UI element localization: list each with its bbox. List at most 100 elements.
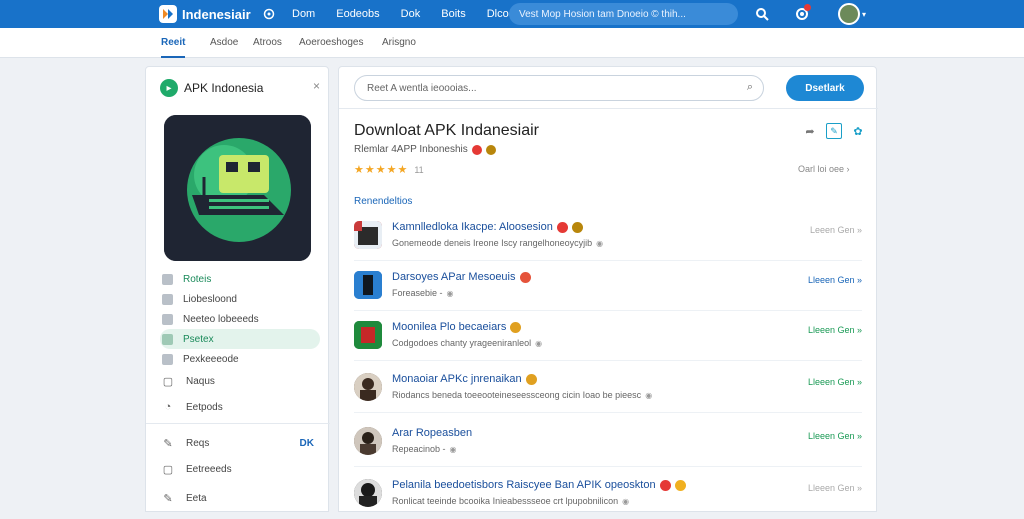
info-icon: ◉ <box>622 496 630 506</box>
notification-badge <box>804 4 811 11</box>
list-item[interactable]: Moonilea Plo becaeiars Codgodoes chanty … <box>354 317 862 361</box>
pen-icon: ✎ <box>163 493 173 505</box>
square-icon <box>162 313 173 325</box>
avatar <box>354 479 382 507</box>
sidebar-item[interactable]: Liobesloond <box>160 289 320 309</box>
list-item[interactable]: Arar Ropeasben Repeacinob - ◉ Lleeen Gen … <box>354 423 862 467</box>
sidebar-item[interactable]: Neeteo lobeeeds <box>160 309 320 329</box>
edit-icon[interactable]: ✎ <box>826 123 842 139</box>
top-search-input[interactable]: Vest Mop Hosion tam Dnoeio © thih... <box>509 3 738 25</box>
top-nav: Dom Eodeobs Dok Boits Dlcoeolo <box>292 0 530 28</box>
square-icon <box>162 353 173 365</box>
list-item[interactable]: Pelanila beedoetisbors Raiscyee Ban APIK… <box>354 475 862 519</box>
list-item[interactable]: Kamnlledloka Ikacpe: Aloosesion Gonemeod… <box>354 217 862 261</box>
tab-home[interactable]: Reeit <box>161 28 186 58</box>
list-item-title[interactable]: Moonilea Plo becaeiars <box>392 321 522 333</box>
tab-accessories[interactable]: Aoeroeshoges <box>299 28 364 58</box>
list-item[interactable]: Monaoiar APKc jnrenaikan Riodancs beneda… <box>354 369 862 413</box>
title-text: Monaoiar APKc jnrenaikan <box>392 373 522 385</box>
sidebar-link[interactable]: ◔ Eetpods <box>162 401 322 413</box>
emoji-icon <box>556 221 568 233</box>
sidebar-item-active[interactable]: Psetex <box>160 329 320 349</box>
download-button[interactable]: Dsetlark <box>786 75 864 101</box>
list-item-title[interactable]: Monaoiar APKc jnrenaikan <box>392 373 537 385</box>
sidebar-link-badge: DK <box>299 438 314 449</box>
avatar[interactable] <box>838 3 860 25</box>
list-item-desc: Riodancs beneda toeeooteineseessceong ci… <box>392 390 652 400</box>
listen-link[interactable]: Lleeen Gen » <box>808 377 862 387</box>
sidebar-item[interactable]: Roteis <box>160 269 320 289</box>
chevron-down-icon[interactable]: ▾ <box>862 0 866 28</box>
emoji-icon <box>659 479 671 491</box>
square-icon <box>162 333 173 345</box>
desc-text: Riodancs beneda toeeooteineseessceong ci… <box>392 390 642 400</box>
desc-text: Foreasebie - <box>392 288 443 298</box>
sidebar-link-label: Eetpods <box>186 401 223 413</box>
see-all-link[interactable]: Oarl loi oee › <box>798 164 850 174</box>
sidebar-category-list: Roteis Liobesloond Neeteo lobeeeds Psete… <box>160 269 320 369</box>
sidebar-link[interactable]: ▢ Naqus <box>162 375 322 388</box>
app-artwork <box>164 115 311 261</box>
share-icon[interactable]: ➦ <box>802 123 818 139</box>
sidebar-item[interactable]: Pexkeeeode <box>160 349 320 369</box>
divider <box>146 423 330 424</box>
sidebar-item-label: Liobesloond <box>183 293 237 305</box>
nav-item[interactable]: Boits <box>441 8 465 20</box>
listen-link[interactable]: Leeen Gen » <box>810 225 862 235</box>
close-icon[interactable]: × <box>313 79 320 93</box>
rating: ★★★★★ 11 <box>354 163 424 176</box>
listen-link[interactable]: Lleeen Gen » <box>808 431 862 441</box>
listen-link[interactable]: Lleeen Gen » <box>808 325 862 335</box>
page-subtitle: Rlemlar 4APP Inboneshis <box>354 144 496 155</box>
search-placeholder: Reet A wentla ieoooias... <box>367 82 477 94</box>
sidebar-link[interactable]: ▢ Eetreeeds <box>162 463 322 476</box>
sidebar-header: ▸ APK Indonesia <box>160 79 263 97</box>
brand-name[interactable]: Indenesiair <box>182 0 251 28</box>
list-item-title[interactable]: Kamnlledloka Ikacpe: Aloosesion <box>392 221 583 233</box>
sidebar-item-label: Psetex <box>183 333 214 345</box>
action-icons: ➦ ✎ ✿ <box>802 123 866 139</box>
nav-item[interactable]: Dom <box>292 8 315 20</box>
tab-games[interactable]: Atroos <box>253 28 282 58</box>
listen-link[interactable]: Lleeen Gen » <box>808 275 862 285</box>
title-text: Kamnlledloka Ikacpe: Aloosesion <box>392 221 553 233</box>
pen-icon: ✎ <box>163 438 173 450</box>
nav-item[interactable]: Eodeobs <box>336 8 379 20</box>
section-title: Renendeltios <box>354 196 413 207</box>
sidebar-item-label: Roteis <box>183 273 212 285</box>
search-input[interactable]: Reet A wentla ieoooias... ⌕ <box>354 75 764 101</box>
list-item-title[interactable]: Arar Ropeasben <box>392 427 472 439</box>
list-item[interactable]: Darsoyes APar Mesoeuis Foreasebie - ◉ Lle… <box>354 267 862 311</box>
notification-icon[interactable] <box>792 0 812 28</box>
sidebar-link-label: Reqs <box>186 438 210 449</box>
tab-articles[interactable]: Arisgno <box>382 28 416 58</box>
listen-link[interactable]: Lleeen Gen » <box>808 483 862 493</box>
app-thumbnail <box>354 321 382 349</box>
list-item-title[interactable]: Pelanila beedoetisbors Raiscyee Ban APIK… <box>392 479 686 491</box>
list-item-desc: Ronlicat teeinde bcooika Inieabessseoe c… <box>392 496 629 506</box>
sidebar-title: APK Indonesia <box>184 81 264 95</box>
title-text: Moonilea Plo becaeiars <box>392 321 507 333</box>
tab-apps[interactable]: Asdoe <box>210 28 238 58</box>
emoji-icon <box>519 271 531 283</box>
settings-icon[interactable]: ✿ <box>850 123 866 139</box>
emoji-icon <box>471 144 482 155</box>
sidebar-link-label: Naqus <box>186 376 215 387</box>
sidebar-item-label: Neeteo lobeeeds <box>183 313 259 325</box>
tab-bar: Reeit Asdoe Atroos Aoeroeshoges Arisgno <box>0 28 1024 58</box>
sidebar-link[interactable]: ✎ Eeta <box>162 492 322 505</box>
star-icon: ★★★★★ <box>354 164 409 176</box>
subtitle-text: Rlemlar 4APP Inboneshis <box>354 144 468 155</box>
list-item-desc: Gonemeode deneis Ireone Iscy rangelhoneo… <box>392 238 603 248</box>
globe-icon[interactable] <box>263 0 277 28</box>
square-icon <box>162 273 173 285</box>
search-icon[interactable]: ⌕ <box>747 81 753 94</box>
app-logo[interactable] <box>156 0 180 28</box>
list-item-title[interactable]: Darsoyes APar Mesoeuis <box>392 271 531 283</box>
nav-item[interactable]: Dok <box>401 8 421 20</box>
info-icon: ◉ <box>596 238 604 248</box>
list-item-desc: Codgodoes chanty yrageeniranleol ◉ <box>392 338 542 348</box>
sidebar-link[interactable]: ✎ Reqs DK <box>162 437 322 450</box>
info-icon: ◉ <box>535 338 543 348</box>
search-icon[interactable] <box>752 0 772 28</box>
